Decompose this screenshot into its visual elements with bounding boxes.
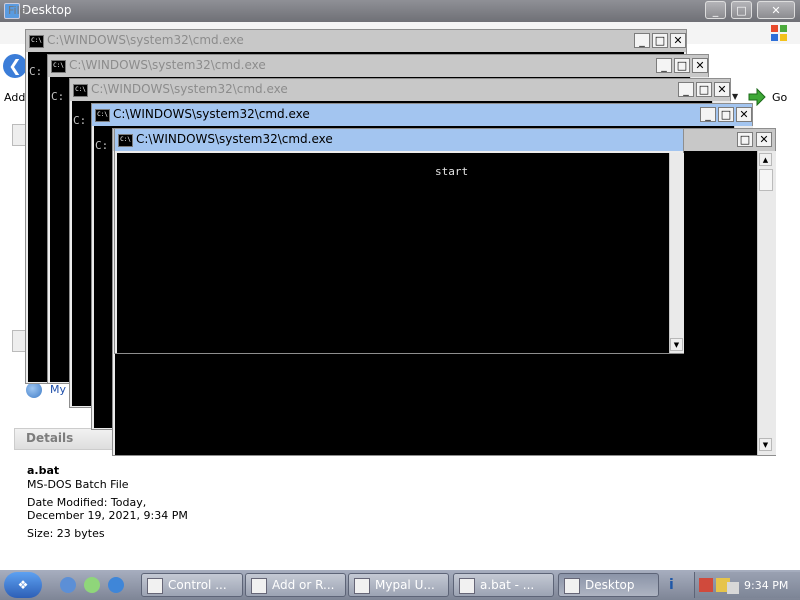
taskbar-button-label: a.bat - ... <box>480 578 535 592</box>
detail-file-type: MS-DOS Batch File <box>27 478 129 491</box>
internet-explorer-icon[interactable] <box>108 577 124 593</box>
taskbar-button-label: Control ... <box>168 578 227 592</box>
show-desktop-icon[interactable] <box>60 577 76 593</box>
windows-logo-icon <box>771 25 787 41</box>
console-icon: C:\ <box>118 134 133 147</box>
cmd-window-front-title: C:\WINDOWS\system32\cmd.exe <box>136 132 333 146</box>
folder-icon <box>564 578 580 594</box>
minimize-button[interactable]: _ <box>678 82 694 97</box>
clock[interactable]: 9:34 PM <box>744 579 788 592</box>
detail-file-name: a.bat <box>27 464 60 477</box>
explorer-maximize-button[interactable]: □ <box>731 1 752 19</box>
explorer-minimize-button[interactable]: _ <box>705 1 726 19</box>
console-icon: C:\ <box>29 35 44 48</box>
console-output-start: start <box>435 165 469 178</box>
console-area[interactable] <box>117 153 669 353</box>
close-button[interactable]: ✕ <box>670 33 686 48</box>
maximize-button[interactable]: □ <box>737 132 753 147</box>
minimize-button[interactable]: _ <box>656 58 672 73</box>
left-pane-panel-edge <box>12 124 26 146</box>
console-icon: C:\ <box>95 109 110 122</box>
address-label: Add <box>4 91 26 104</box>
explorer-close-button[interactable]: ✕ <box>757 1 795 19</box>
maximize-button[interactable]: □ <box>696 82 712 97</box>
menu-file[interactable]: File <box>8 4 26 17</box>
close-button[interactable]: ✕ <box>714 82 730 97</box>
network-icon[interactable] <box>26 382 42 398</box>
vertical-scrollbar[interactable] <box>669 153 684 353</box>
volume-icon[interactable] <box>727 582 739 594</box>
cmd-window-4-title: C:\WINDOWS\system32\cmd.exe <box>113 107 310 121</box>
cmd-window-3-title: C:\WINDOWS\system32\cmd.exe <box>91 82 288 96</box>
taskbar-button-control[interactable]: Control ... <box>141 573 243 597</box>
taskbar-button-notepad[interactable]: a.bat - ... <box>453 573 554 597</box>
console-prompt: C: <box>73 114 87 127</box>
console-icon: C:\ <box>51 60 66 73</box>
vertical-scrollbar[interactable] <box>757 151 776 455</box>
maximize-button[interactable]: □ <box>674 58 690 73</box>
scroll-up-arrow-icon[interactable]: ▲ <box>759 153 772 166</box>
mypal-icon <box>354 578 370 594</box>
back-button[interactable]: ❮ <box>3 54 27 78</box>
close-button[interactable]: ✕ <box>736 107 752 122</box>
taskbar-button-label: Mypal U... <box>375 578 435 592</box>
go-button[interactable]: Go <box>772 91 787 104</box>
taskbar-button-label: Add or R... <box>272 578 335 592</box>
start-button[interactable]: ❖ <box>4 572 42 598</box>
explorer-title: Desktop <box>22 3 72 17</box>
notepad-icon <box>459 578 475 594</box>
taskbar-button-mypal[interactable]: Mypal U... <box>348 573 449 597</box>
console-prompt: C: <box>95 139 109 152</box>
minimize-button[interactable]: _ <box>700 107 716 122</box>
taskbar-button-label: Desktop <box>585 578 635 592</box>
tray-app-icon[interactable] <box>699 578 713 592</box>
details-title: Details <box>26 431 74 445</box>
detail-date-modified: Date Modified: Today, <box>27 496 147 509</box>
maximize-button[interactable]: □ <box>718 107 734 122</box>
my-network-link[interactable]: My <box>50 383 66 396</box>
scroll-down-arrow-icon[interactable]: ▼ <box>670 338 683 351</box>
minimize-button[interactable]: _ <box>634 33 650 48</box>
browser-quicklaunch-icon[interactable] <box>84 577 100 593</box>
maximize-button[interactable]: □ <box>652 33 668 48</box>
close-button[interactable]: ✕ <box>692 58 708 73</box>
explorer-titlebar[interactable] <box>0 0 800 22</box>
info-icon[interactable]: i <box>669 577 679 593</box>
console-prompt: C: <box>29 65 43 78</box>
left-pane-panel-edge <box>12 330 26 352</box>
taskbar-button-add-remove[interactable]: Add or R... <box>245 573 346 597</box>
detail-date-modified-value: December 19, 2021, 9:34 PM <box>27 509 188 522</box>
scroll-down-arrow-icon[interactable]: ▼ <box>759 438 772 451</box>
cmd-window-1-title: C:\WINDOWS\system32\cmd.exe <box>47 33 244 47</box>
detail-size: Size: 23 bytes <box>27 527 105 540</box>
add-remove-programs-icon <box>251 578 267 594</box>
scroll-thumb[interactable] <box>759 169 773 191</box>
close-button[interactable]: ✕ <box>756 132 772 147</box>
console-prompt: C: <box>51 90 65 103</box>
cmd-window-2-title: C:\WINDOWS\system32\cmd.exe <box>69 58 266 72</box>
cmd-window-front[interactable]: C:\ C:\WINDOWS\system32\cmd.exe ▼ <box>114 128 684 354</box>
console-icon: C:\ <box>73 84 88 97</box>
control-panel-icon <box>147 578 163 594</box>
address-dropdown-icon[interactable]: ▼ <box>732 92 738 101</box>
taskbar-button-desktop[interactable]: Desktop <box>558 573 659 597</box>
